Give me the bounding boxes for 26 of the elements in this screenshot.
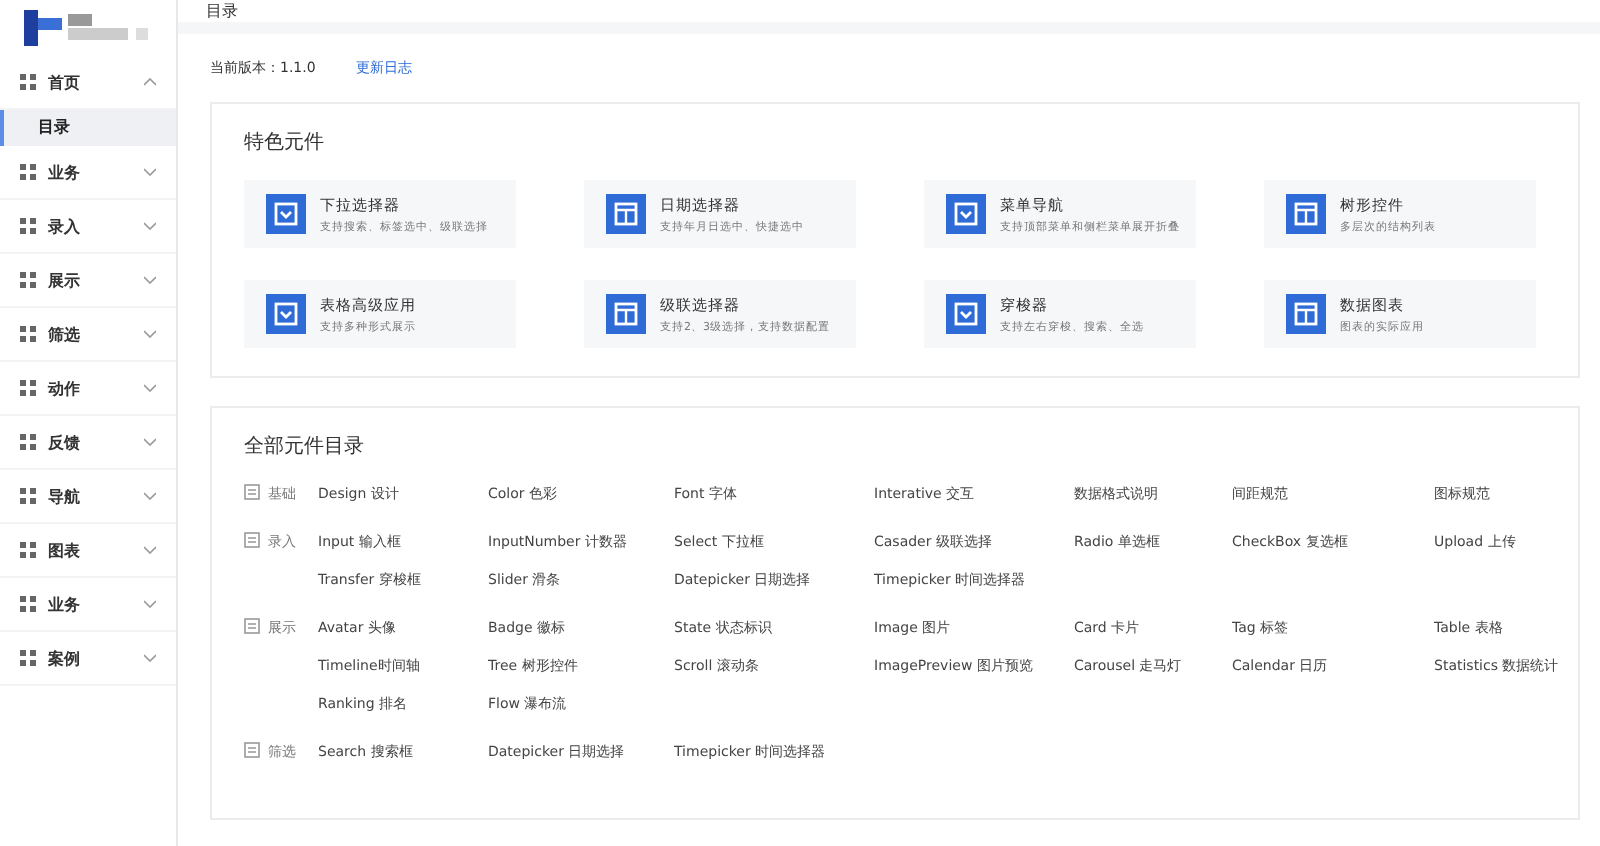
chevron-icon	[144, 384, 156, 392]
chevron-icon	[144, 546, 156, 554]
chevron-icon	[144, 276, 156, 284]
sidebar-item[interactable]: 动作	[0, 362, 176, 416]
sidebar-item[interactable]: 反馈	[0, 416, 176, 470]
chevron-icon	[144, 78, 156, 86]
section-title: 全部元件目录	[244, 433, 366, 460]
chevron-icon	[144, 600, 156, 608]
chevron-icon	[144, 492, 156, 500]
section-title: 特色元件	[244, 129, 326, 156]
sidebar-item[interactable]: 展示	[0, 254, 176, 308]
sidebar-item[interactable]: 业务	[0, 578, 176, 632]
sidebar-item[interactable]: 案例	[0, 632, 176, 686]
sidebar-item[interactable]: 筛选	[0, 308, 176, 362]
chevron-icon	[144, 330, 156, 338]
sidebar-item[interactable]: 图表	[0, 524, 176, 578]
page-title: 目录	[206, 0, 238, 22]
chevron-icon	[144, 168, 156, 176]
sidebar-item[interactable]: 录入	[0, 200, 176, 254]
dropdown-icon	[266, 194, 306, 234]
sidebar-item[interactable]: 业务	[0, 146, 176, 200]
chevron-icon	[144, 438, 156, 446]
chevron-icon	[144, 222, 156, 230]
chevron-icon	[144, 654, 156, 662]
sidebar-subitem[interactable]: 目录	[0, 110, 176, 146]
sidebar-item[interactable]: 导航	[0, 470, 176, 524]
